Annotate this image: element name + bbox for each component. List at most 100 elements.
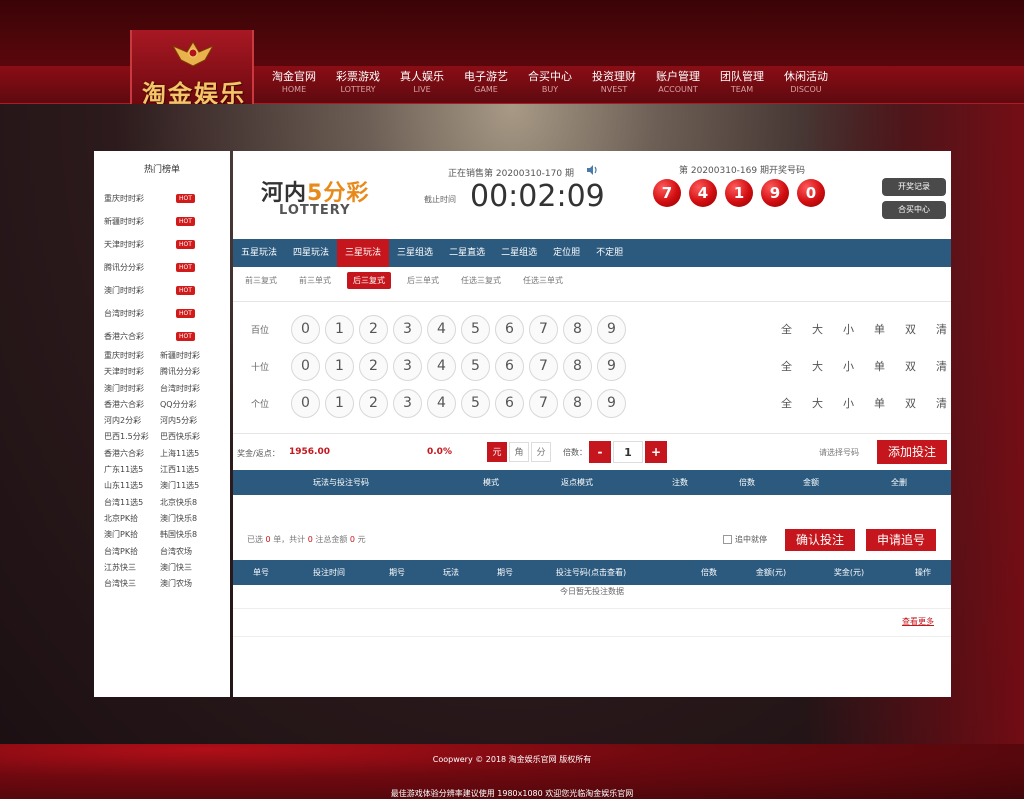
digit-button[interactable]: 0 bbox=[291, 352, 320, 381]
apply-chase-button[interactable]: 申请追号 bbox=[866, 529, 936, 551]
digit-button[interactable]: 5 bbox=[461, 315, 490, 344]
lottery-link[interactable]: 台湾时时彩 bbox=[160, 381, 222, 397]
chase-stop-checkbox[interactable]: 追中就停 bbox=[723, 534, 767, 545]
subtab-play-mode[interactable]: 任选三复式 bbox=[455, 272, 507, 289]
subtab-play-mode[interactable]: 后三单式 bbox=[401, 272, 445, 289]
multiple-decrease-button[interactable]: - bbox=[589, 441, 611, 463]
lottery-link[interactable]: 新疆时时彩 bbox=[160, 348, 222, 364]
lottery-link[interactable]: 澳门快三 bbox=[160, 560, 222, 576]
digit-button[interactable]: 3 bbox=[393, 389, 422, 418]
cart-column-header[interactable]: 全删 bbox=[891, 470, 907, 495]
hot-list-item[interactable]: 新疆时时彩 HOT bbox=[104, 210, 230, 233]
lottery-link[interactable]: 台湾快三 bbox=[104, 576, 160, 592]
unit-option[interactable]: 角 bbox=[509, 442, 529, 462]
group-buy-button[interactable]: 合买中心 bbox=[882, 201, 946, 219]
tab-play-type[interactable]: 五星玩法 bbox=[233, 239, 285, 267]
lottery-link[interactable]: 澳门农场 bbox=[160, 576, 222, 592]
tab-play-type[interactable]: 二星组选 bbox=[493, 239, 545, 267]
tab-play-type[interactable]: 定位胆 bbox=[545, 239, 588, 267]
lottery-link[interactable]: 重庆时时彩 bbox=[104, 348, 160, 364]
digit-button[interactable]: 3 bbox=[393, 315, 422, 344]
digit-button[interactable]: 9 bbox=[597, 352, 626, 381]
nav-item-team[interactable]: 团队管理 TEAM bbox=[710, 70, 774, 100]
digit-button[interactable]: 0 bbox=[291, 389, 320, 418]
quick-select-option[interactable]: 小 bbox=[833, 358, 864, 374]
digit-button[interactable]: 1 bbox=[325, 315, 354, 344]
quick-select-option[interactable]: 双 bbox=[895, 321, 926, 337]
unit-option[interactable]: 分 bbox=[531, 442, 551, 462]
nav-item-nvest[interactable]: 投资理财 NVEST bbox=[582, 70, 646, 100]
checkbox-icon[interactable] bbox=[723, 535, 732, 544]
quick-select-option[interactable]: 单 bbox=[864, 358, 895, 374]
lottery-link[interactable]: 巴西快乐彩 bbox=[160, 429, 222, 445]
digit-button[interactable]: 9 bbox=[597, 315, 626, 344]
digit-button[interactable]: 9 bbox=[597, 389, 626, 418]
subtab-play-mode[interactable]: 前三单式 bbox=[293, 272, 337, 289]
digit-button[interactable]: 5 bbox=[461, 352, 490, 381]
view-more-link[interactable]: 查看更多 bbox=[902, 616, 934, 627]
nav-item-discou[interactable]: 休闲活动 DISCOU bbox=[774, 70, 838, 100]
quick-select-option[interactable]: 全 bbox=[771, 321, 802, 337]
nav-item-lottery[interactable]: 彩票游戏 LOTTERY bbox=[326, 70, 390, 100]
lottery-link[interactable]: 江西11选5 bbox=[160, 462, 222, 478]
nav-item-buy[interactable]: 合买中心 BUY bbox=[518, 70, 582, 100]
multiple-increase-button[interactable]: + bbox=[645, 441, 667, 463]
digit-button[interactable]: 6 bbox=[495, 389, 524, 418]
digit-button[interactable]: 2 bbox=[359, 389, 388, 418]
lottery-link[interactable]: 河内5分彩 bbox=[160, 413, 222, 429]
hot-list-item[interactable]: 腾讯分分彩 HOT bbox=[104, 256, 230, 279]
quick-select-option[interactable]: 全 bbox=[771, 358, 802, 374]
quick-select-option[interactable]: 大 bbox=[802, 395, 833, 411]
quick-select-option[interactable]: 大 bbox=[802, 321, 833, 337]
lottery-link[interactable]: 香港六合彩 bbox=[104, 446, 160, 462]
confirm-bet-button[interactable]: 确认投注 bbox=[785, 529, 855, 551]
logo[interactable]: 淘金娱乐 bbox=[130, 30, 254, 108]
lottery-link[interactable]: 韩国快乐8 bbox=[160, 527, 222, 543]
lottery-link[interactable]: 广东11选5 bbox=[104, 462, 160, 478]
digit-button[interactable]: 1 bbox=[325, 389, 354, 418]
lottery-link[interactable]: 河内2分彩 bbox=[104, 413, 160, 429]
lottery-link[interactable]: 山东11选5 bbox=[104, 478, 160, 494]
lottery-link[interactable]: 澳门PK拾 bbox=[104, 527, 160, 543]
digit-button[interactable]: 8 bbox=[563, 352, 592, 381]
lottery-link[interactable]: 天津时时彩 bbox=[104, 364, 160, 380]
lottery-link[interactable]: QQ分分彩 bbox=[160, 397, 222, 413]
digit-button[interactable]: 2 bbox=[359, 315, 388, 344]
tab-play-type[interactable]: 三星玩法 bbox=[337, 239, 390, 267]
lottery-link[interactable]: 澳门11选5 bbox=[160, 478, 222, 494]
lottery-link[interactable]: 上海11选5 bbox=[160, 446, 222, 462]
digit-button[interactable]: 7 bbox=[529, 389, 558, 418]
hot-list-item[interactable]: 台湾时时彩 HOT bbox=[104, 302, 230, 325]
lottery-link[interactable]: 北京快乐8 bbox=[160, 495, 222, 511]
quick-select-option[interactable]: 小 bbox=[833, 395, 864, 411]
digit-button[interactable]: 5 bbox=[461, 389, 490, 418]
digit-button[interactable]: 7 bbox=[529, 315, 558, 344]
quick-select-option[interactable]: 清 bbox=[926, 358, 957, 374]
digit-button[interactable]: 6 bbox=[495, 315, 524, 344]
tab-play-type[interactable]: 不定胆 bbox=[588, 239, 631, 267]
hot-list-item[interactable]: 香港六合彩 HOT bbox=[104, 325, 230, 348]
nav-item-home[interactable]: 淘金官网 HOME bbox=[262, 70, 326, 100]
digit-button[interactable]: 8 bbox=[563, 315, 592, 344]
digit-button[interactable]: 3 bbox=[393, 352, 422, 381]
lottery-link[interactable]: 澳门快乐8 bbox=[160, 511, 222, 527]
quick-select-option[interactable]: 大 bbox=[802, 358, 833, 374]
digit-button[interactable]: 4 bbox=[427, 315, 456, 344]
speaker-icon[interactable] bbox=[585, 163, 599, 177]
subtab-play-mode[interactable]: 任选三单式 bbox=[517, 272, 569, 289]
lottery-link[interactable]: 江苏快三 bbox=[104, 560, 160, 576]
tab-play-type[interactable]: 四星玩法 bbox=[285, 239, 337, 267]
digit-button[interactable]: 6 bbox=[495, 352, 524, 381]
subtab-play-mode[interactable]: 后三复式 bbox=[347, 272, 391, 289]
quick-select-option[interactable]: 全 bbox=[771, 395, 802, 411]
digit-button[interactable]: 4 bbox=[427, 352, 456, 381]
quick-select-option[interactable]: 双 bbox=[895, 358, 926, 374]
lottery-link[interactable]: 巴西1.5分彩 bbox=[104, 429, 160, 445]
nav-item-game[interactable]: 电子游艺 GAME bbox=[454, 70, 518, 100]
lottery-link[interactable]: 香港六合彩 bbox=[104, 397, 160, 413]
quick-select-option[interactable]: 单 bbox=[864, 395, 895, 411]
subtab-play-mode[interactable]: 前三复式 bbox=[239, 272, 283, 289]
quick-select-option[interactable]: 小 bbox=[833, 321, 864, 337]
hot-list-item[interactable]: 天津时时彩 HOT bbox=[104, 233, 230, 256]
digit-button[interactable]: 1 bbox=[325, 352, 354, 381]
